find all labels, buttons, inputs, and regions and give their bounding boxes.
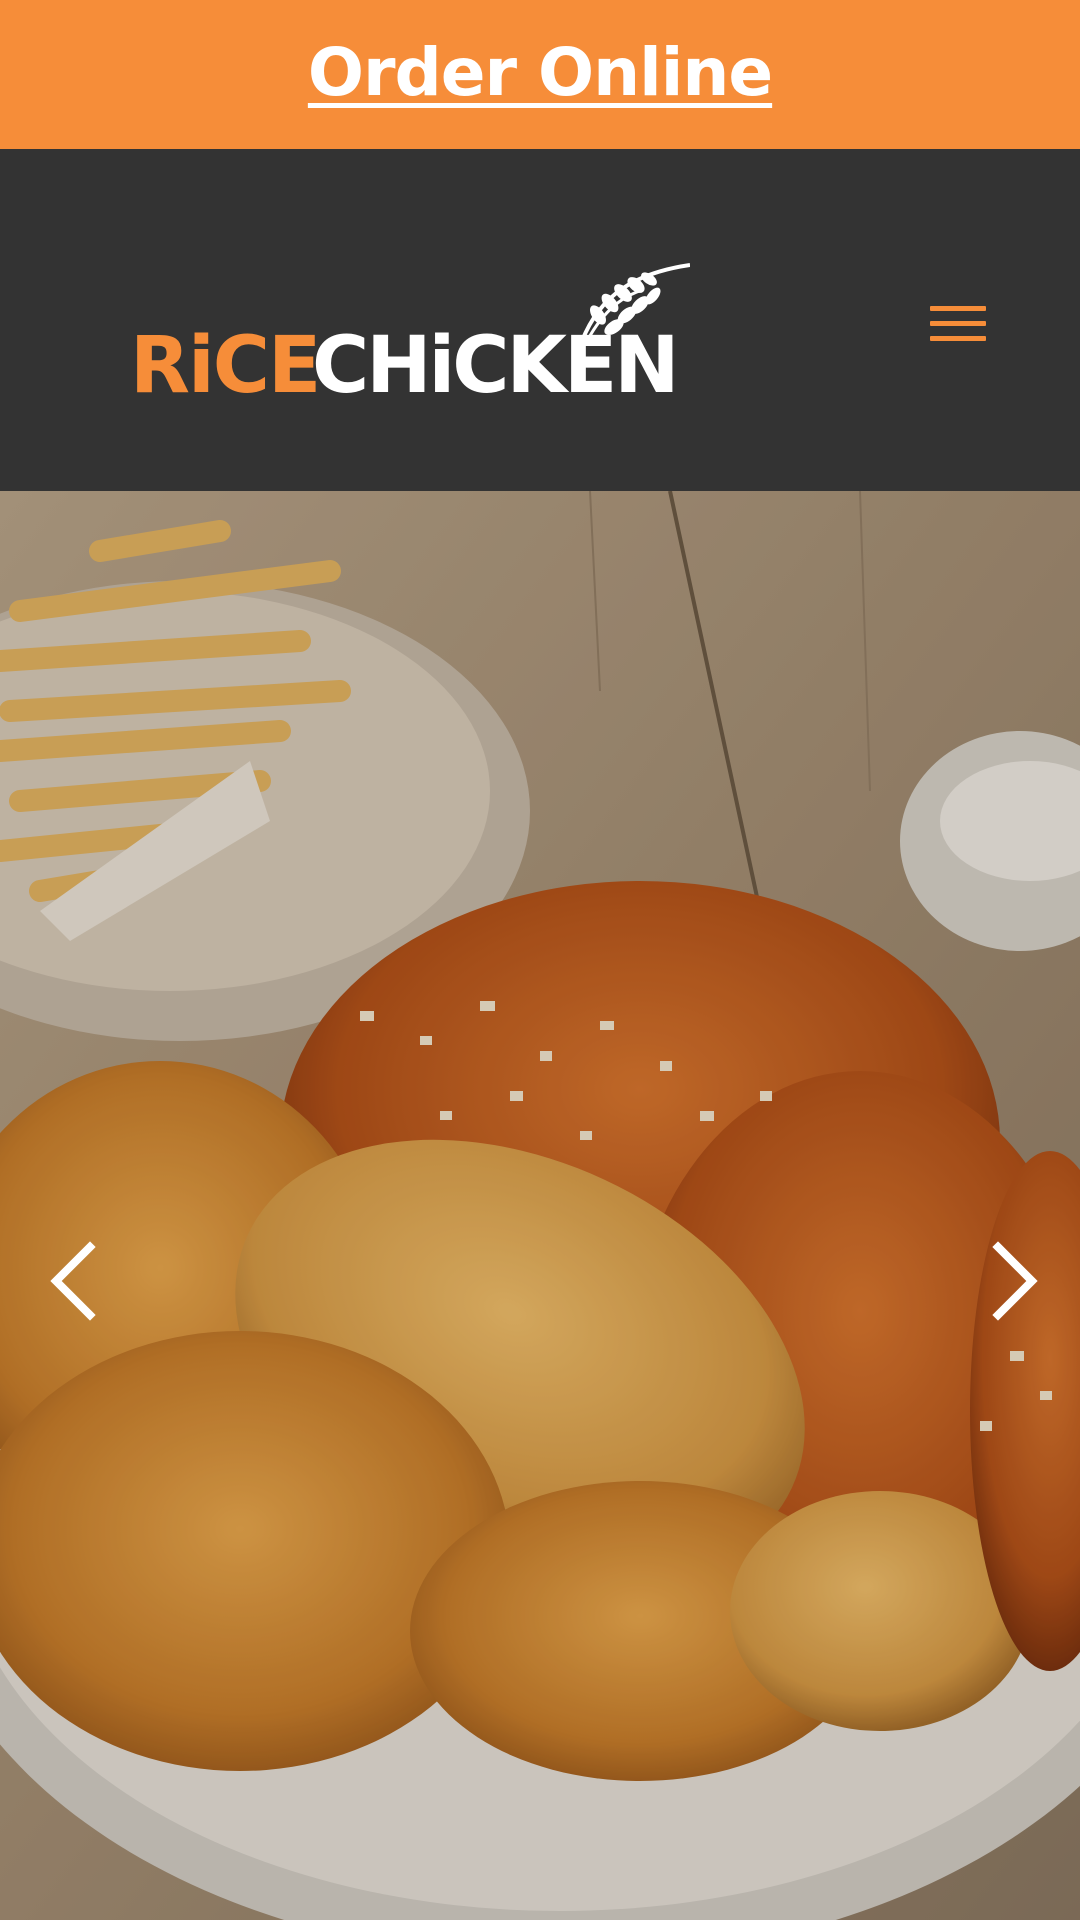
hamburger-icon bbox=[930, 306, 986, 311]
order-online-banner: Order Online bbox=[0, 0, 1080, 149]
order-online-link[interactable]: Order Online bbox=[308, 34, 773, 111]
chevron-left-icon bbox=[50, 1241, 96, 1321]
hamburger-icon-line bbox=[930, 321, 986, 326]
rice-chicken-logo[interactable]: RiCE CHiCKEN bbox=[130, 235, 690, 405]
logo-word-rice: RiCE bbox=[130, 321, 319, 405]
page: Order Online RiCE CHiCKEN bbox=[0, 0, 1080, 1920]
hamburger-icon-line bbox=[930, 336, 986, 341]
slider-prev-button[interactable] bbox=[38, 1231, 108, 1331]
chevron-right-icon bbox=[992, 1241, 1038, 1321]
site-header: RiCE CHiCKEN bbox=[0, 149, 1080, 491]
logo-word-chicken: CHiCKEN bbox=[312, 321, 677, 405]
hero-overlay bbox=[0, 491, 1080, 1920]
slider-next-button[interactable] bbox=[980, 1231, 1050, 1331]
hero-slider bbox=[0, 491, 1080, 1920]
menu-button[interactable] bbox=[925, 299, 991, 349]
